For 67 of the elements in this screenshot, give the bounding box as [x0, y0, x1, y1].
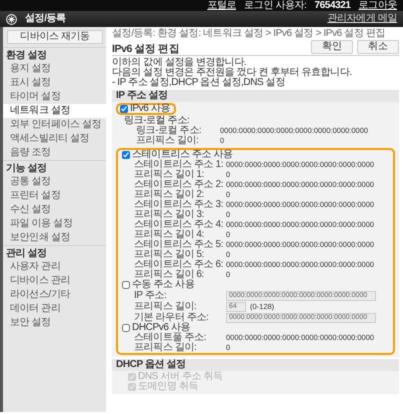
sidebar-item[interactable]: 공통 설정: [3, 175, 106, 189]
sidebar-item[interactable]: 외부 인터페이스 설정: [3, 118, 106, 132]
sidebar-item[interactable]: 사용자 관리: [3, 260, 106, 274]
checkbox-label: 도메인명 취득: [138, 382, 198, 392]
sidebar-item[interactable]: 프린터 설정: [3, 189, 106, 203]
mail-link[interactable]: 관리자에게 메일: [327, 14, 397, 24]
sidebar-item[interactable]: 타이머 설정: [3, 90, 106, 104]
top-link[interactable]: 포털로: [207, 0, 236, 11]
restart-button[interactable]: 디바이스 재기동: [7, 30, 103, 44]
field-label: 링크-로컬 주소:: [135, 126, 202, 136]
sidebar-item[interactable]: 보안인쇄 설정: [3, 231, 106, 245]
checkbox[interactable]: [122, 324, 130, 332]
field-label: 프리픽스 길이:: [135, 136, 200, 146]
field-label: 프리픽스 길이 3:: [133, 210, 205, 220]
checkbox[interactable]: [122, 151, 130, 159]
sidebar-item[interactable]: 표시 설정: [3, 76, 106, 90]
field-label: 스테이트풀 주소:: [133, 333, 207, 343]
sidebar-item[interactable]: 파일 이용 설정: [3, 217, 106, 231]
field-label: 기본 라우터 주소:: [133, 312, 210, 322]
checkbox[interactable]: [122, 281, 130, 289]
sidebar-item[interactable]: 보안 설정: [3, 316, 106, 330]
checkbox-label: 수동 주소 사용: [132, 280, 194, 290]
sidebar-item[interactable]: 네트워크 설정: [3, 104, 106, 118]
group-heading: 링크-로컬 주소:: [123, 116, 190, 126]
login-user-id: 7654321: [314, 0, 351, 11]
ok-button[interactable]: 확인: [311, 40, 353, 54]
checkbox-label: DNS 서버 주소 취득: [138, 372, 223, 382]
checkbox-label: DHCPv6 사용: [132, 323, 190, 333]
sidebar-item[interactable]: 수신 설정: [3, 203, 106, 217]
section-heading: DHCP 옵션 설정: [112, 359, 399, 371]
section-heading: IP 주소 설정: [112, 90, 399, 102]
sidebar-item[interactable]: 액세스빌리티 설정: [3, 132, 106, 146]
field-label: 프리픽스 길이:: [133, 343, 198, 353]
sidebar-heading: 기능 설정: [3, 160, 106, 175]
description-line: 이하의 값에 설정을 변경합니다.: [112, 58, 246, 68]
field-label: 프리픽스 길이 2:: [133, 190, 205, 200]
top-link[interactable]: 로그아웃: [358, 0, 397, 11]
field-label: 스테이트리스 주소 5:: [133, 240, 224, 250]
cancel-button[interactable]: 취소: [357, 40, 399, 54]
field-label: IP 주소:: [133, 290, 168, 300]
field-label: 프리픽스 길이 6:: [134, 270, 205, 280]
field-label: 스테이트리스 주소 3:: [133, 200, 224, 210]
header-title: 설정/등록: [25, 14, 66, 24]
sidebar-item[interactable]: 데이터 관리: [3, 302, 106, 316]
sidebar-item[interactable]: 디바이스 관리: [3, 274, 106, 288]
field-label: 프리픽스 길이 1:: [133, 170, 205, 180]
sidebar-heading: 환경 설정: [3, 47, 106, 62]
sidebar-item[interactable]: 용지 설정: [3, 62, 106, 76]
field-label: 프리픽스 길이 4:: [133, 230, 205, 240]
checkbox[interactable]: [120, 105, 128, 113]
field-label: 스테이트리스 주소 2:: [133, 180, 224, 190]
settings-icon: [6, 14, 17, 24]
description-line: 다음의 설정 변경은 주전원을 껐다 켠 후부터 유효합니다.: [112, 68, 353, 78]
breadcrumb: 설정/등록: 환경 설정: 네트워크 설정 > IPv6 설정 > IPv6 설정 편집: [112, 29, 386, 39]
page-title: IPv6 설정 편집: [112, 44, 180, 54]
field-label: 프리픽스 길이 5:: [133, 250, 205, 260]
field-label: 스테이트리스 주소 1:: [133, 160, 224, 170]
login-user-label: 로그인 사용자:: [244, 0, 306, 11]
sidebar-item[interactable]: 음량 조정: [3, 146, 106, 160]
checkbox-label: 스테이트리스 주소 사용: [132, 150, 233, 160]
description-line: - IP 주소 설정,DHCP 옵션 설정,DNS 설정: [112, 78, 286, 88]
field-label: 스테이트리스 주소 6:: [133, 260, 224, 270]
sidebar-heading: 관리 설정: [3, 245, 106, 260]
field-label: 스테이트리스 주소 4:: [133, 220, 224, 230]
checkbox-label: IPv6 사용: [130, 104, 170, 114]
field-label: 프리픽스 길이:: [133, 302, 198, 312]
sidebar-item[interactable]: 라이선스/기타: [3, 288, 106, 302]
